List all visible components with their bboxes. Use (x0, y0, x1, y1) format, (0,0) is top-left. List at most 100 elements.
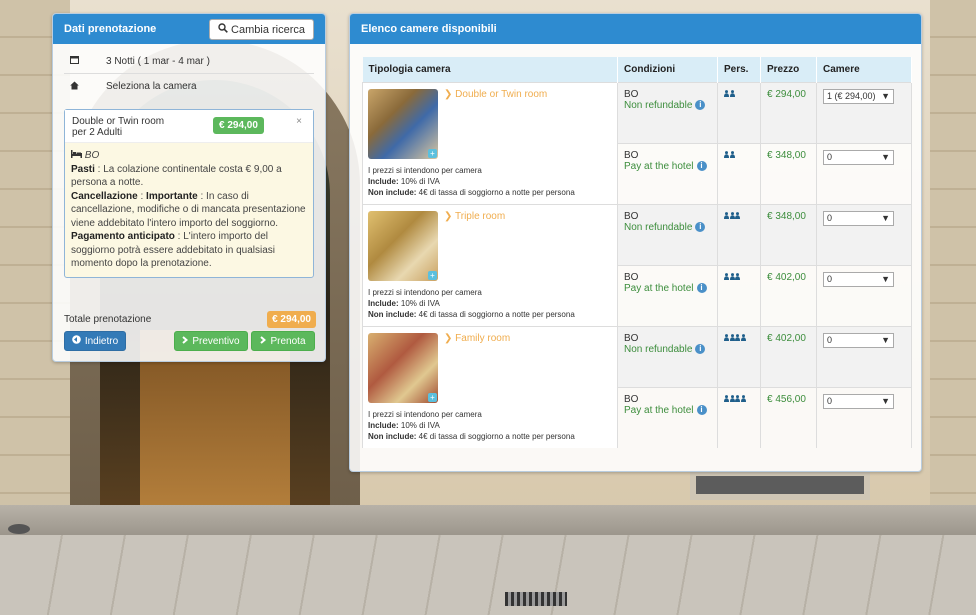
include-text: 10% di IVA (398, 420, 440, 430)
per-room-note: I prezzi si intendono per camera (368, 287, 482, 297)
rate-price: € 402,00 (767, 271, 806, 283)
include-label: Include: (368, 420, 399, 430)
dropdown-arrow-icon: ▼ (881, 335, 890, 345)
price-cell: € 294,00 (760, 81, 817, 143)
rooms-quantity-select[interactable]: 0 ▼ (823, 210, 894, 226)
conditions-cell: BO Non refundable i (617, 81, 718, 143)
rooms-quantity-value: 0 (827, 396, 833, 406)
cancellation-label: Cancellazione (71, 190, 138, 202)
enlarge-plus-icon[interactable]: + (428, 270, 437, 280)
info-icon[interactable]: i (695, 222, 706, 232)
chevron-right-icon (182, 335, 189, 347)
enlarge-plus-icon[interactable]: + (428, 392, 437, 402)
include-note: Include: 10% di IVA (368, 176, 612, 187)
persons-cell (717, 386, 761, 448)
conditions-cell: BO Non refundable i (617, 203, 718, 265)
table-header-row: Tipologia camera Condizioni Pers. Prezzo… (362, 57, 912, 82)
price-cell: € 348,00 (760, 203, 817, 265)
room-name-link[interactable]: ❯ Triple room (444, 211, 505, 222)
dropdown-arrow-icon: ▼ (881, 213, 890, 223)
conditions-cell: BO Pay at the hotel i (617, 142, 718, 204)
book-button[interactable]: Prenota (251, 331, 315, 351)
remove-room-icon[interactable]: × (296, 116, 302, 127)
prepayment-policy: Pagamento anticipato : L'intero importo … (71, 230, 307, 271)
room-name-link[interactable]: ❯ Double or Twin room (444, 89, 547, 100)
select-room-text: Seleziona la camera (106, 81, 197, 92)
rooms-quantity-select[interactable]: 1 (€ 294,00) ▼ (823, 88, 894, 104)
price-cell: € 348,00 (760, 142, 817, 204)
rooms-qty-cell: 0 ▼ (816, 325, 912, 387)
back-label: Indietro (84, 335, 119, 347)
total-label: Totale prenotazione (64, 313, 152, 325)
rate-condition[interactable]: Non refundable i (624, 222, 706, 233)
info-icon[interactable]: i (696, 283, 707, 293)
rate-plan-code: BO (624, 210, 639, 222)
stay-dates-row: 3 Notti ( 1 mar - 4 mar ) (64, 49, 314, 74)
selected-room-header: Double or Twin room per 2 Adulti € 294,0… (65, 110, 313, 143)
rooms-qty-cell: 0 ▼ (816, 203, 912, 265)
search-icon (218, 23, 228, 36)
enlarge-plus-icon[interactable]: + (428, 148, 437, 158)
rooms-quantity-value: 0 (827, 335, 833, 345)
rate-condition[interactable]: Pay at the hotel i (624, 283, 707, 294)
total-value-badge: € 294,00 (267, 310, 316, 328)
room-price-notes: I prezzi si intendono per camera Include… (368, 165, 612, 198)
rate-condition[interactable]: Non refundable i (624, 100, 706, 111)
persons-icon (724, 150, 735, 160)
room-name-link[interactable]: ❯ Family room (444, 333, 510, 344)
cancellation-important: Importante (146, 190, 198, 202)
room-type-cell: + ❯ Triple room I prezzi si intendono pe… (362, 203, 618, 326)
chevron-right-icon: ❯ (444, 332, 453, 344)
change-search-button[interactable]: Cambia ricerca (209, 19, 314, 40)
persons-icon (724, 211, 741, 221)
rate-condition[interactable]: Pay at the hotel i (624, 161, 707, 172)
price-cell: € 456,00 (760, 386, 817, 448)
info-icon[interactable]: i (696, 161, 707, 171)
table-row: + ❯ Triple room I prezzi si intendono pe… (362, 203, 912, 326)
rate-condition-text: Pay at the hotel (624, 404, 694, 416)
room-name: Double or Twin room (455, 88, 548, 100)
persons-cell (717, 203, 761, 265)
chevron-right-icon: ❯ (444, 88, 453, 100)
meals-policy: Pasti : La colazione continentale costa … (71, 163, 307, 190)
room-photo[interactable]: + (368, 88, 438, 159)
selected-room-details: BO Pasti : La colazione continentale cos… (65, 143, 313, 277)
col-header-persons: Pers. (717, 57, 761, 82)
info-icon[interactable]: i (696, 405, 707, 415)
price-cell: € 402,00 (760, 264, 817, 326)
info-icon[interactable]: i (695, 100, 706, 110)
quote-button[interactable]: Preventivo (174, 331, 248, 351)
non-include-label: Non include: (368, 431, 417, 441)
rooms-quantity-select[interactable]: 0 ▼ (823, 332, 894, 348)
room-photo[interactable]: + (368, 210, 438, 281)
dropdown-arrow-icon: ▼ (881, 152, 890, 162)
rooms-quantity-select[interactable]: 0 ▼ (823, 393, 894, 409)
total-row: Totale prenotazione € 294,00 (64, 310, 316, 328)
rate-price: € 456,00 (767, 393, 806, 405)
non-include-text: 4€ di tassa di soggiorno a notte per per… (416, 187, 575, 197)
price-cell: € 402,00 (760, 325, 817, 387)
select-room-row: Seleziona la camera (64, 74, 314, 99)
booking-summary-title: Dati prenotazione (64, 23, 157, 35)
stay-dates-text: 3 Notti ( 1 mar - 4 mar ) (106, 55, 210, 67)
rate-condition[interactable]: Pay at the hotel i (624, 405, 707, 416)
dropdown-arrow-icon: ▼ (881, 274, 890, 284)
per-room-note: I prezzi si intendono per camera (368, 165, 482, 175)
room-photo[interactable]: + (368, 332, 438, 403)
home-icon (64, 81, 106, 93)
rate-plan-code: BO (624, 88, 639, 100)
rooms-quantity-value: 0 (827, 213, 833, 223)
rooms-quantity-select[interactable]: 0 ▼ (823, 271, 894, 287)
back-button[interactable]: Indietro (64, 331, 126, 351)
rooms-qty-cell: 0 ▼ (816, 386, 912, 448)
selected-room-price-badge: € 294,00 (213, 117, 264, 134)
rooms-quantity-value: 0 (827, 274, 833, 284)
non-include-text: 4€ di tassa di soggiorno a notte per per… (416, 309, 575, 319)
info-icon[interactable]: i (695, 344, 706, 354)
room-type-cell: + ❯ Double or Twin room I prezzi si inte… (362, 81, 618, 204)
col-header-price: Prezzo (760, 57, 817, 82)
available-rooms-panel: Elenco camere disponibili Tipologia came… (349, 13, 922, 472)
persons-icon (724, 272, 741, 282)
rooms-quantity-select[interactable]: 0 ▼ (823, 149, 894, 165)
rate-condition[interactable]: Non refundable i (624, 344, 706, 355)
